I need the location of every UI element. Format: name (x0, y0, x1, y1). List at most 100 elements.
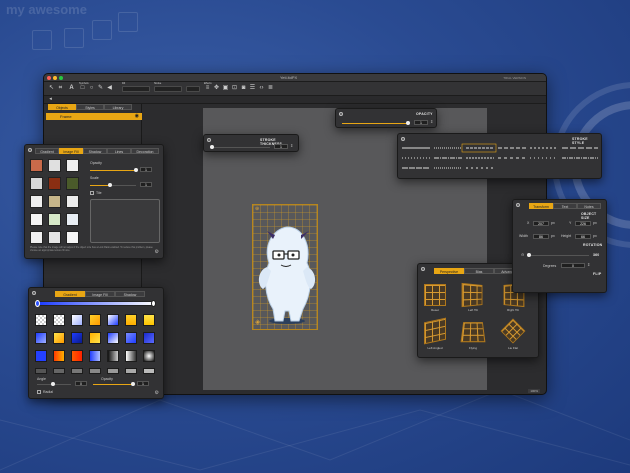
slider-knob[interactable] (210, 145, 214, 149)
tab-library[interactable]: Library (104, 104, 132, 110)
gradient-opacity-slider[interactable] (93, 382, 135, 386)
gradient-opacity-value[interactable]: 1 (137, 381, 149, 386)
degrees-value[interactable]: 0 (561, 263, 585, 268)
close-icon[interactable]: × (339, 112, 343, 116)
gradient-preset[interactable] (35, 368, 47, 374)
gradient-stop-left[interactable] (35, 300, 40, 307)
image-opacity-value[interactable]: 1 (140, 167, 152, 172)
perspective-flying[interactable] (460, 322, 486, 343)
tab-lines[interactable]: Lines (107, 148, 131, 154)
artboard[interactable]: ⊕ ◈ (252, 204, 318, 330)
close-icon[interactable]: × (516, 203, 520, 207)
code-icon[interactable]: ‹› (258, 85, 265, 92)
texture-swatch[interactable] (48, 159, 61, 172)
tab-text[interactable]: Text (553, 203, 577, 209)
perspective-left-angled[interactable] (424, 317, 446, 345)
gradient-preset[interactable] (107, 332, 119, 344)
radial-checkbox[interactable] (37, 390, 41, 394)
perspective-lie-flat[interactable] (500, 318, 526, 344)
fill-field[interactable] (122, 86, 150, 92)
gradient-preset[interactable] (35, 350, 47, 362)
back-icon[interactable]: ◂ (47, 96, 54, 103)
stepper-icon[interactable]: ⇕ (430, 119, 433, 124)
perspective-left-tilt[interactable] (461, 282, 483, 308)
texture-swatch[interactable] (30, 195, 43, 208)
close-icon[interactable]: × (207, 138, 211, 142)
gradient-preset[interactable] (71, 350, 83, 362)
tab-styles[interactable]: Styles (76, 104, 104, 110)
slider-knob[interactable] (108, 183, 112, 187)
group-icon[interactable]: ▣ (222, 85, 229, 92)
texture-swatch[interactable] (30, 231, 43, 244)
align-left-icon[interactable]: ≡ (204, 85, 211, 92)
gradient-preset[interactable] (89, 332, 101, 344)
slider-knob[interactable] (131, 382, 135, 386)
slider-knob[interactable] (527, 253, 531, 257)
close-icon[interactable]: × (32, 291, 36, 295)
gradient-preset[interactable] (53, 350, 65, 362)
tab-transform[interactable]: Transform (529, 203, 553, 209)
shape-tool-icon[interactable]: □ (79, 85, 86, 92)
gradient-preset[interactable] (143, 368, 155, 374)
settings-icon[interactable]: ⚙ (155, 390, 159, 396)
lock-icon[interactable]: ⊡ (231, 85, 238, 92)
select-tool-icon[interactable]: ↖ (48, 85, 55, 92)
pen-tool-icon[interactable]: ✎ (97, 85, 104, 92)
gradient-preset[interactable] (53, 368, 65, 374)
gradient-preset[interactable] (71, 368, 83, 374)
close-icon[interactable]: × (28, 148, 32, 152)
stroke-field[interactable] (154, 86, 182, 92)
gradient-preset[interactable] (53, 332, 65, 344)
stroke-width-field[interactable] (186, 86, 200, 92)
stroke-thickness-value[interactable]: 1 (274, 144, 288, 149)
layers-icon[interactable]: ☰ (249, 85, 256, 92)
gradient-preset[interactable] (71, 314, 83, 326)
stroke-style-options[interactable] (398, 134, 602, 179)
gradient-preset[interactable] (107, 368, 119, 374)
angle-slider[interactable] (37, 382, 71, 386)
texture-swatch[interactable] (66, 195, 79, 208)
gradient-preset[interactable] (107, 314, 119, 326)
gradient-preset[interactable] (143, 350, 155, 362)
gradient-preset[interactable] (89, 368, 101, 374)
tile-checkbox[interactable] (90, 191, 94, 195)
scale-value[interactable]: 1 (140, 182, 152, 187)
sidebar-item-frame[interactable]: Frame ◉ (46, 113, 142, 120)
rotation-slider[interactable] (527, 253, 589, 257)
scale-slider[interactable] (90, 183, 136, 187)
menu-icon[interactable]: ≣ (267, 85, 274, 92)
gradient-preset[interactable] (53, 314, 65, 326)
texture-swatch[interactable] (66, 159, 79, 172)
gradient-preset[interactable] (125, 368, 137, 374)
stroke-thickness-slider[interactable] (210, 145, 270, 149)
texture-swatch[interactable] (30, 159, 43, 172)
tab-image-fill[interactable]: Image Fill (85, 291, 115, 297)
camera-icon[interactable]: ◙ (240, 85, 247, 92)
angle-value[interactable]: 0 (75, 381, 87, 386)
close-icon[interactable]: × (421, 267, 425, 271)
tab-perspective[interactable]: Perspective (434, 268, 464, 274)
y-value[interactable]: 226 (575, 221, 591, 226)
gradient-preset[interactable] (71, 332, 83, 344)
perspective-reset[interactable] (424, 284, 446, 306)
texture-swatch[interactable] (48, 213, 61, 226)
minimize-window-button[interactable] (53, 76, 57, 80)
image-opacity-slider[interactable] (90, 168, 138, 172)
texture-swatch[interactable] (30, 177, 43, 190)
tab-decoration[interactable]: Decoration (131, 148, 159, 154)
ellipse-tool-icon[interactable]: ○ (88, 85, 95, 92)
stepper-icon[interactable]: ⇕ (587, 262, 590, 267)
tab-gradient[interactable]: Gradient (55, 291, 85, 297)
texture-swatch[interactable] (48, 231, 61, 244)
move-icon[interactable]: ✥ (213, 85, 220, 92)
opacity-value[interactable]: 1 (414, 120, 428, 125)
gradient-stop-right[interactable] (151, 300, 156, 307)
gradient-bar[interactable] (37, 301, 155, 306)
gradient-preset[interactable] (125, 314, 137, 326)
gradient-preset[interactable] (89, 350, 101, 362)
texture-swatch[interactable] (30, 213, 43, 226)
text-tool-icon[interactable]: A (68, 85, 75, 92)
gradient-preset[interactable] (143, 314, 155, 326)
slider-knob[interactable] (406, 121, 410, 125)
settings-icon[interactable]: ⚙ (155, 249, 159, 255)
